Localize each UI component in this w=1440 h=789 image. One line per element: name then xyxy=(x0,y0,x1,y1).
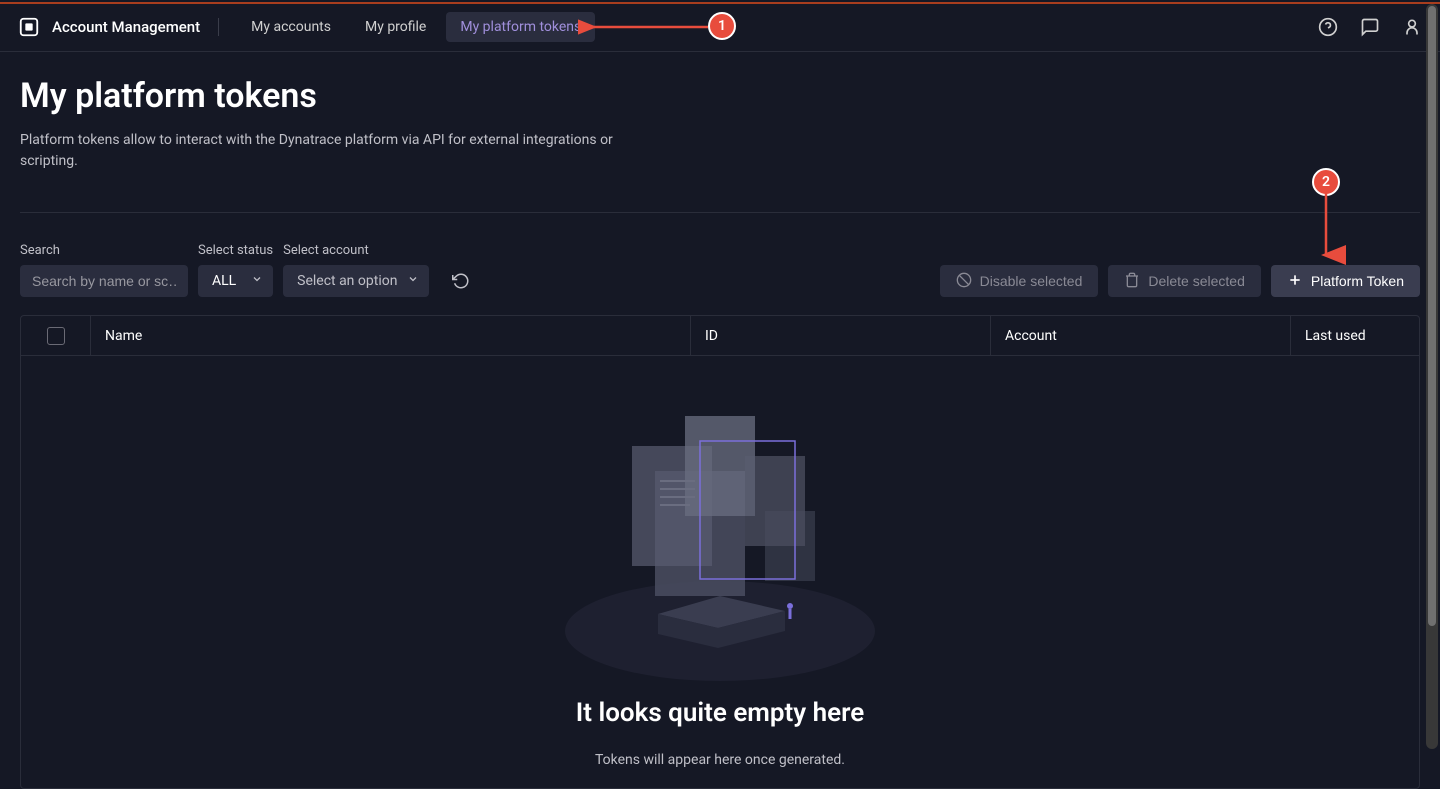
id-column-header[interactable]: ID xyxy=(691,316,991,355)
create-platform-token-button[interactable]: Platform Token xyxy=(1271,265,1420,297)
help-icon[interactable] xyxy=(1318,17,1338,37)
reset-button[interactable] xyxy=(445,265,477,297)
search-label: Search xyxy=(20,243,188,258)
page-title: My platform tokens xyxy=(20,76,1420,116)
select-all-cell xyxy=(21,316,91,355)
last-used-column-header[interactable]: Last used xyxy=(1291,316,1419,355)
trash-icon xyxy=(1124,272,1140,291)
select-all-checkbox[interactable] xyxy=(47,327,65,345)
empty-subtitle: Tokens will appear here once generated. xyxy=(595,752,845,768)
name-column-header[interactable]: Name xyxy=(91,316,691,355)
chevron-down-icon xyxy=(407,273,419,289)
app-logo-icon xyxy=(18,16,40,38)
controls-row: Search Select status ALL Select account … xyxy=(20,243,1420,297)
empty-title: It looks quite empty here xyxy=(576,698,864,728)
disable-selected-button[interactable]: Disable selected xyxy=(940,265,1099,297)
top-accent-border xyxy=(0,2,1440,4)
chat-icon[interactable] xyxy=(1360,17,1380,37)
status-select[interactable]: ALL xyxy=(198,265,273,297)
table-header: Name ID Account Last used xyxy=(21,316,1419,356)
disable-icon xyxy=(956,272,972,291)
page-description: Platform tokens allow to interact with t… xyxy=(20,130,615,172)
search-input[interactable] xyxy=(20,265,188,297)
account-column-header[interactable]: Account xyxy=(991,316,1291,355)
app-title: Account Management xyxy=(52,18,219,36)
delete-label: Delete selected xyxy=(1148,273,1245,289)
scrollbar[interactable] xyxy=(1426,4,1438,749)
account-group: Select account Select an option xyxy=(283,243,429,297)
create-label: Platform Token xyxy=(1311,273,1404,289)
nav-tabs: My accounts My profile My platform token… xyxy=(237,12,595,42)
tab-my-accounts[interactable]: My accounts xyxy=(237,12,345,42)
search-group: Search xyxy=(20,243,188,297)
status-label: Select status xyxy=(198,243,273,258)
scrollbar-thumb[interactable] xyxy=(1428,6,1436,626)
empty-illustration xyxy=(560,396,880,686)
chevron-down-icon xyxy=(251,273,263,289)
header-icons xyxy=(1318,17,1422,37)
account-label: Select account xyxy=(283,243,429,258)
plus-icon xyxy=(1287,272,1303,291)
app-header: Account Management My accounts My profil… xyxy=(0,2,1440,52)
empty-state: It looks quite empty here Tokens will ap… xyxy=(21,356,1419,788)
user-icon[interactable] xyxy=(1402,17,1422,37)
account-select[interactable]: Select an option xyxy=(283,265,429,297)
status-value: ALL xyxy=(212,273,236,289)
main-content: My platform tokens Platform tokens allow… xyxy=(0,52,1440,789)
account-value: Select an option xyxy=(297,273,397,289)
disable-label: Disable selected xyxy=(980,273,1083,289)
tab-my-profile[interactable]: My profile xyxy=(351,12,440,42)
divider xyxy=(20,212,1420,213)
token-table: Name ID Account Last used xyxy=(20,315,1420,789)
delete-selected-button[interactable]: Delete selected xyxy=(1108,265,1261,297)
tab-my-platform-tokens[interactable]: My platform tokens xyxy=(446,12,595,42)
status-group: Select status ALL xyxy=(198,243,273,297)
